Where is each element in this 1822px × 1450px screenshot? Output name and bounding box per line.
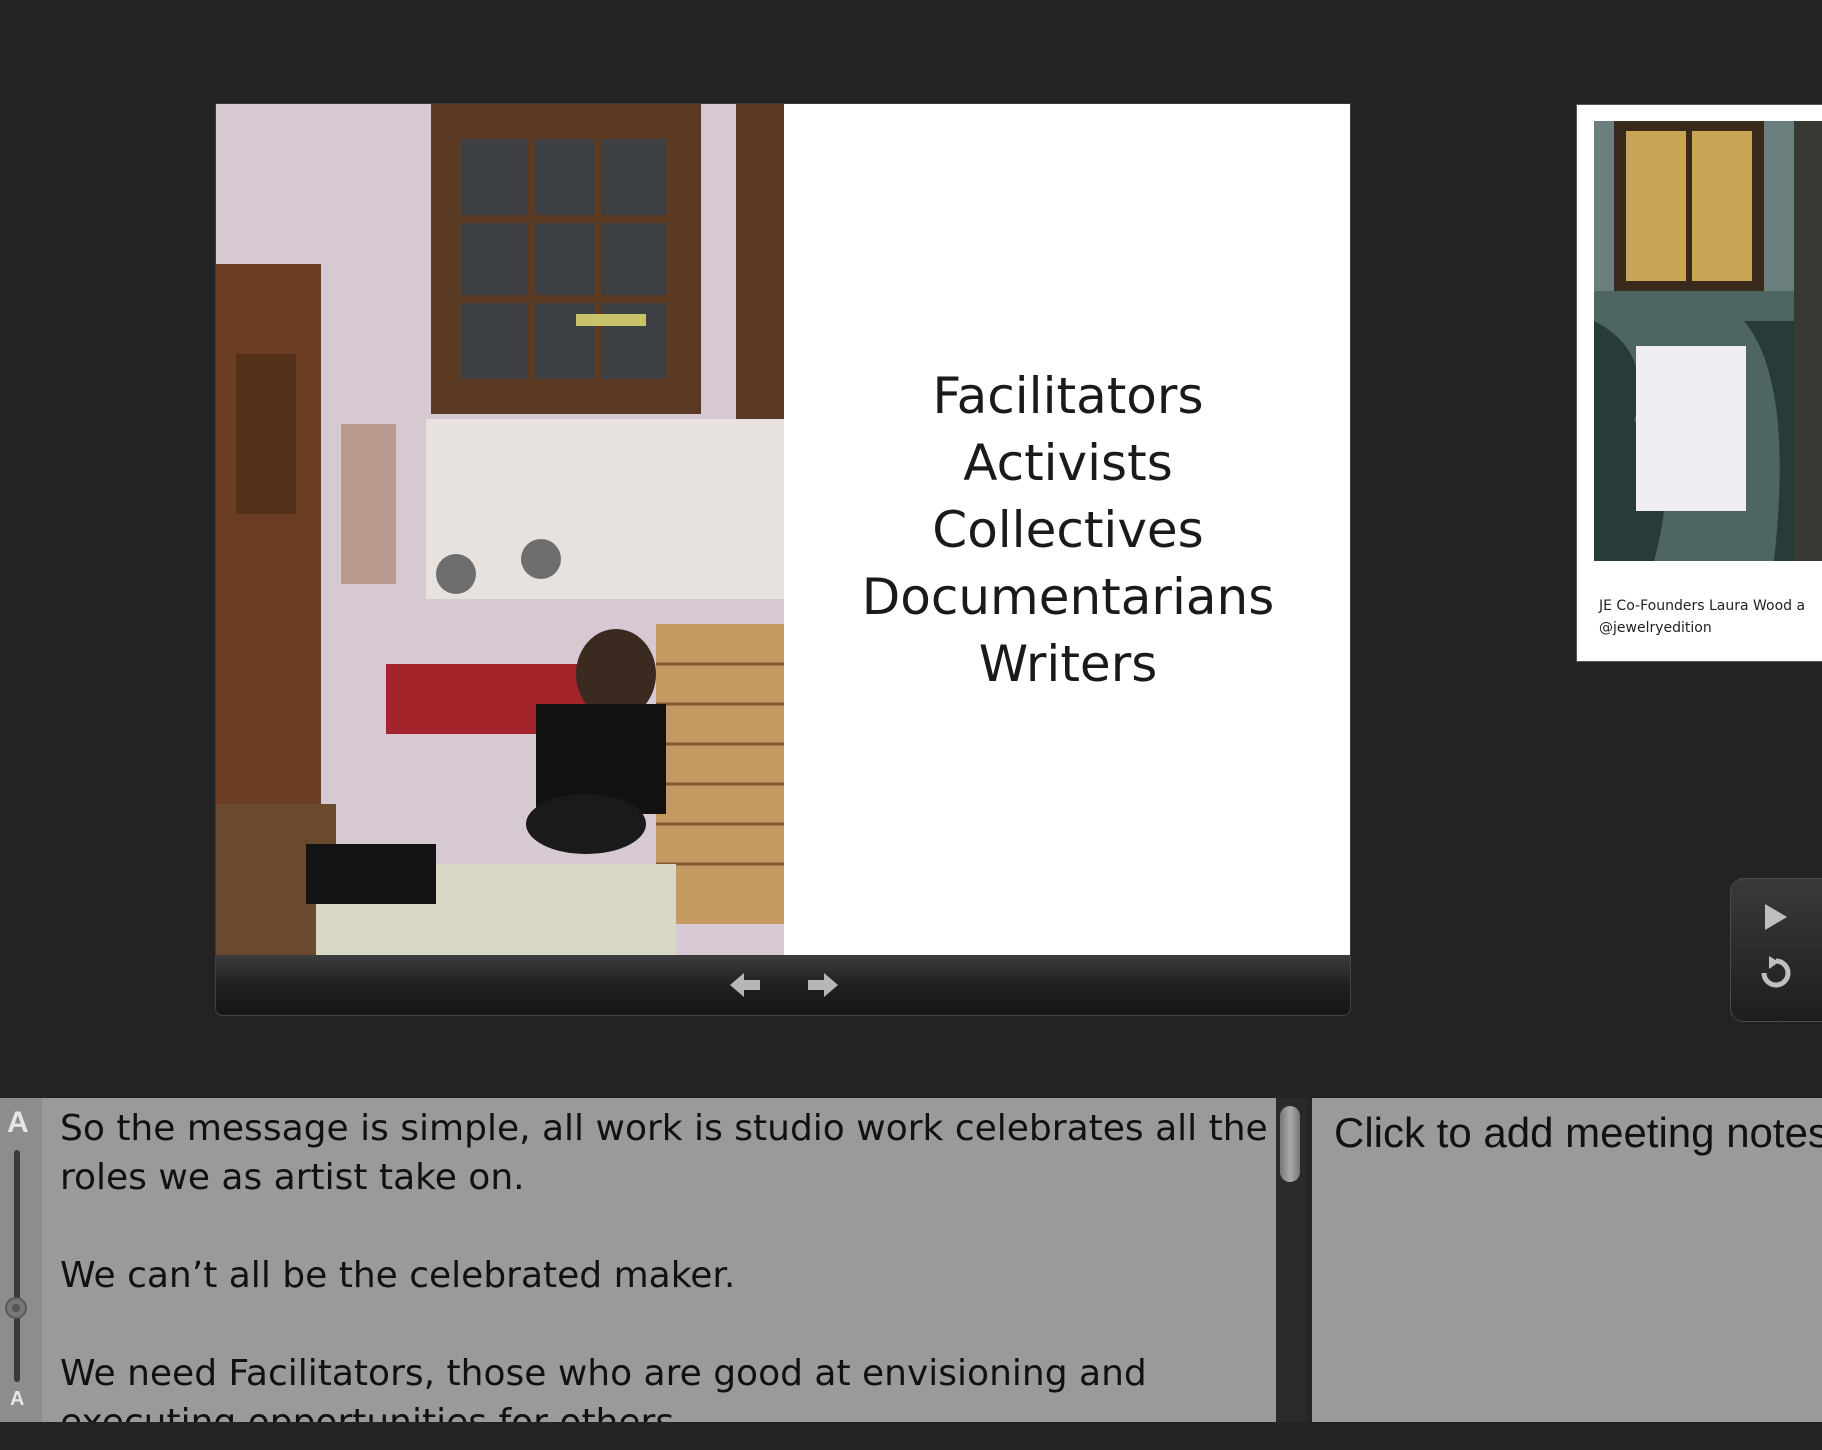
- meeting-notes-placeholder[interactable]: Click to add meeting notes: [1334, 1106, 1822, 1160]
- notes-scroll-thumb[interactable]: [1280, 1106, 1300, 1182]
- play-icon: [1763, 902, 1789, 937]
- font-larger-label: A: [7, 1106, 29, 1139]
- notes-paragraph: We can’t all be the celebrated maker.: [60, 1255, 736, 1296]
- arrow-right-icon: [804, 970, 840, 1000]
- slide-studio-photo: [216, 104, 784, 955]
- notes-paragraph: We need Facilitators, those who are good…: [60, 1353, 1147, 1422]
- arrow-left-icon: [728, 970, 764, 1000]
- current-slide: Facilitators Activists Collectives Docum…: [215, 103, 1351, 956]
- next-slide-photo: [1594, 121, 1822, 561]
- slide-line: Collectives: [932, 501, 1204, 559]
- playback-controls: [1730, 878, 1822, 1022]
- presenter-notes-panel[interactable]: A A So the message is simple, all work i…: [0, 1098, 1306, 1422]
- slide-line: Facilitators: [932, 367, 1204, 425]
- slider-knob[interactable]: [5, 1297, 27, 1319]
- slide-line: Activists: [963, 434, 1173, 492]
- play-button[interactable]: [1731, 891, 1821, 947]
- caption-line: @jewelryedition: [1599, 620, 1712, 636]
- slider-track[interactable]: [14, 1150, 20, 1382]
- meeting-notes-panel[interactable]: Click to add meeting notes: [1306, 1098, 1822, 1422]
- reset-timer-button[interactable]: [1731, 947, 1821, 1003]
- previous-slide-button[interactable]: [728, 970, 764, 1000]
- reset-icon: [1759, 955, 1793, 995]
- slide-navigation-bar: [215, 956, 1351, 1016]
- caption-line: JE Co-Founders Laura Wood a: [1599, 598, 1806, 614]
- next-slide-caption: JE Co-Founders Laura Wood a @jewelryedit…: [1599, 595, 1805, 639]
- font-size-slider[interactable]: A A: [0, 1098, 42, 1422]
- next-slide-preview[interactable]: JE Co-Founders Laura Wood a @jewelryedit…: [1576, 104, 1822, 662]
- next-slide-button[interactable]: [804, 970, 840, 1000]
- font-smaller-label: A: [10, 1388, 25, 1410]
- slide-text-block: Facilitators Activists Collectives Docum…: [784, 104, 1350, 955]
- slide-line: Documentarians: [861, 568, 1275, 626]
- notes-paragraph: So the message is simple, all work is st…: [60, 1108, 1268, 1198]
- slide-line: Writers: [978, 635, 1158, 693]
- notes-text[interactable]: So the message is simple, all work is st…: [60, 1104, 1270, 1422]
